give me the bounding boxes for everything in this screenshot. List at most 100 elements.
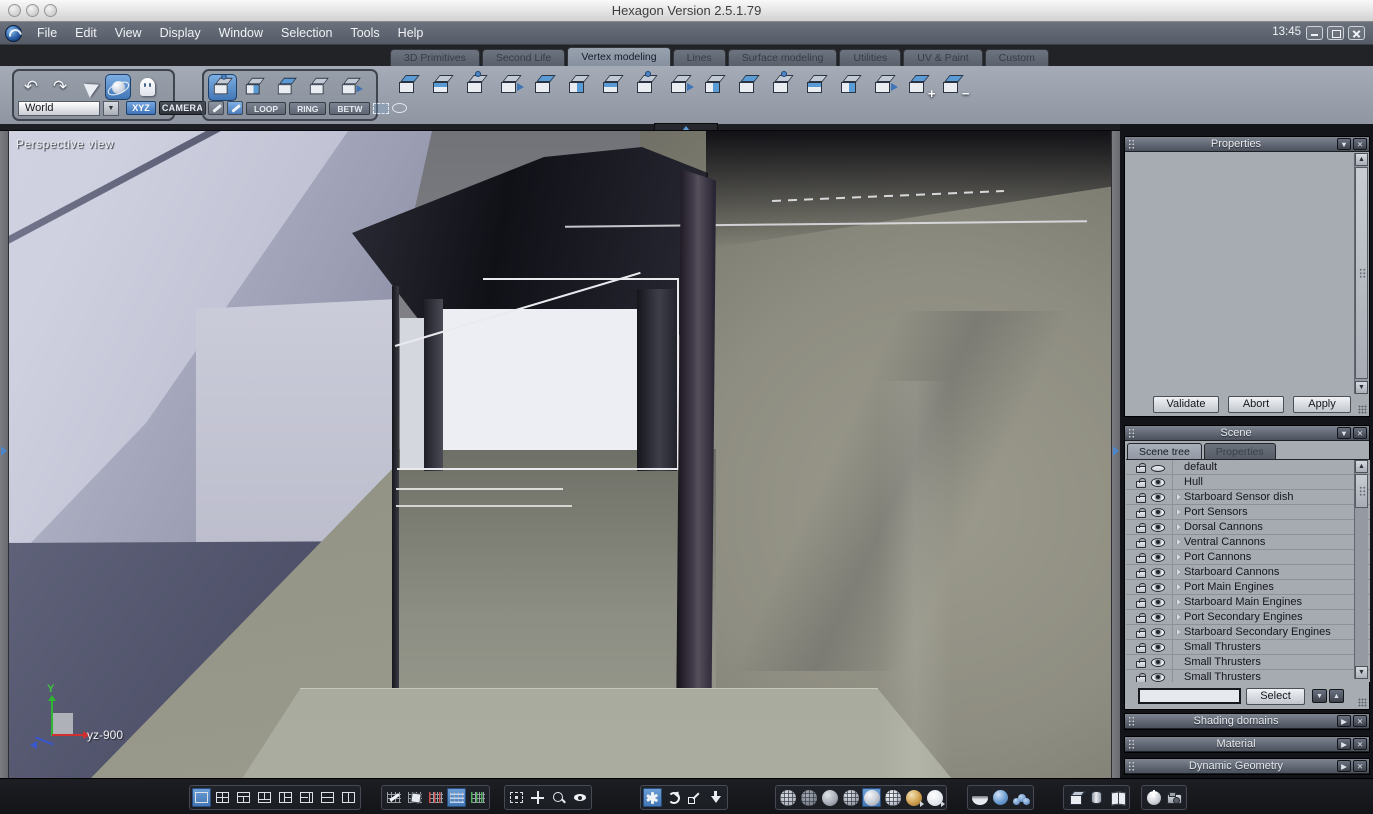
scene-tree-row[interactable]: Starboard Main Engines — [1126, 595, 1370, 610]
eye-icon[interactable] — [1151, 597, 1165, 607]
material-header[interactable]: Material ▶ ✕ — [1125, 737, 1369, 752]
expand-arrow-icon[interactable] — [1177, 494, 1181, 500]
scene-tree-row[interactable]: Starboard Cannons — [1126, 565, 1370, 580]
tab-custom[interactable]: Custom — [984, 49, 1049, 66]
menu-file[interactable]: File — [28, 22, 66, 45]
expand-arrow-icon[interactable] — [1177, 599, 1181, 605]
eye-icon[interactable] — [1151, 492, 1165, 502]
scale-manipulator-button[interactable] — [685, 788, 704, 807]
select-button[interactable]: Select — [1246, 688, 1305, 705]
rect-marquee-icon[interactable] — [373, 102, 390, 114]
scene-tree-row[interactable]: default — [1126, 460, 1370, 475]
panel-menu-button[interactable]: ▼ — [1337, 427, 1351, 439]
dynamic-geometry-header[interactable]: Dynamic Geometry ▶ ✕ — [1125, 759, 1369, 774]
scene-filter-input[interactable] — [1138, 688, 1241, 704]
panel-close-button[interactable]: ✕ — [1353, 715, 1367, 727]
eye-icon[interactable] — [1151, 522, 1165, 532]
paint-select-icon[interactable] — [208, 101, 224, 115]
scene-tree-row[interactable]: Small Thrusters — [1126, 640, 1370, 655]
ghost-shading-button[interactable] — [925, 788, 945, 807]
validate-button[interactable]: Validate — [1153, 396, 1219, 413]
smooth-wire-shading-button[interactable] — [883, 788, 902, 807]
drag-grip-icon[interactable] — [1128, 138, 1135, 150]
eye-icon[interactable] — [1151, 672, 1165, 682]
scene-tree-row[interactable]: Ventral Cannons — [1126, 535, 1370, 550]
lock-icon[interactable] — [1136, 462, 1146, 473]
lock-icon[interactable] — [1136, 507, 1146, 518]
expand-arrow-icon[interactable] — [1177, 509, 1181, 515]
smooth-shading-button[interactable] — [862, 788, 881, 807]
lock-icon[interactable] — [1136, 672, 1146, 682]
resize-grip-icon[interactable] — [1358, 698, 1367, 707]
panel-expand-button[interactable]: ▶ — [1337, 715, 1351, 727]
eye-icon[interactable] — [1151, 567, 1165, 577]
world-dropdown[interactable]: World — [18, 100, 100, 116]
expand-arrow-icon[interactable] — [1177, 524, 1181, 530]
layout-single-button[interactable] — [192, 788, 211, 807]
tessellate-tool-button[interactable] — [698, 70, 731, 100]
menu-display[interactable]: Display — [151, 22, 210, 45]
rotate-manipulator-button[interactable] — [664, 788, 683, 807]
eye-icon[interactable] — [1151, 477, 1165, 487]
twist-tool-button[interactable] — [868, 70, 901, 100]
ring-button[interactable]: RING — [289, 101, 327, 115]
drag-grip-icon[interactable] — [1128, 427, 1135, 439]
layout-left-column-button[interactable] — [276, 788, 295, 807]
lock-icon[interactable] — [1136, 642, 1146, 653]
drag-grip-icon[interactable] — [1128, 738, 1135, 750]
zoom-region-button[interactable] — [549, 788, 568, 807]
expand-arrow-icon[interactable] — [1177, 539, 1181, 545]
properties-panel-header[interactable]: Properties ▼ ✕ — [1125, 137, 1369, 152]
world-dropdown-arrow[interactable]: ▼ — [103, 100, 119, 116]
collapse-left-panel-handle[interactable] — [0, 131, 9, 778]
lock-icon[interactable] — [1136, 522, 1146, 533]
lock-icon[interactable] — [1136, 552, 1146, 563]
bridge-tool-button[interactable] — [664, 70, 697, 100]
properties-scrollbar[interactable]: ▲ ▼ — [1354, 153, 1368, 394]
abort-button[interactable]: Abort — [1228, 396, 1284, 413]
between-button[interactable]: BETW — [329, 101, 371, 115]
select-faces-button[interactable] — [272, 74, 301, 101]
stretch-tool-button[interactable] — [800, 70, 833, 100]
scene-tree-row[interactable]: Starboard Secondary Engines — [1126, 625, 1370, 640]
viewport-canvas[interactable]: Perspective view Y yz-900 — [0, 130, 1120, 778]
tab-utilities[interactable]: Utilities — [839, 49, 902, 66]
ellipse-marquee-icon[interactable] — [392, 103, 408, 113]
eye-icon[interactable] — [1151, 537, 1165, 547]
resize-grip-icon[interactable] — [1358, 405, 1367, 414]
scene-tree-row[interactable]: Port Main Engines — [1126, 580, 1370, 595]
expand-arrow-icon[interactable] — [1177, 554, 1181, 560]
scene-panel-header[interactable]: Scene ▼ ✕ — [1125, 426, 1369, 441]
move-down-button[interactable]: ▼ — [1312, 689, 1327, 703]
expand-arrow-icon[interactable] — [1177, 569, 1181, 575]
reference-pages-button[interactable] — [1108, 788, 1127, 807]
lock-icon[interactable] — [1136, 582, 1146, 593]
panel-menu-button[interactable]: ▼ — [1337, 138, 1351, 150]
high-smoothing-button[interactable] — [991, 788, 1010, 807]
tab-lines[interactable]: Lines — [672, 49, 726, 66]
grid-z-plane-button[interactable] — [468, 788, 487, 807]
lock-icon[interactable] — [1136, 627, 1146, 638]
ghost-selection-button[interactable] — [134, 74, 160, 100]
scene-tree-scrollbar[interactable]: ▲ ▼ — [1354, 460, 1368, 679]
grid-snap-object-button[interactable] — [405, 788, 424, 807]
maximize-button[interactable] — [1327, 26, 1344, 40]
snapshot-camera-button[interactable] — [1165, 788, 1184, 807]
panel-close-button[interactable]: ✕ — [1353, 760, 1367, 772]
symmetry-tool-button[interactable] — [766, 70, 799, 100]
select-object-button[interactable] — [304, 74, 333, 101]
close-button[interactable] — [1348, 26, 1365, 40]
eye-icon[interactable] — [1151, 657, 1165, 667]
menu-help[interactable]: Help — [389, 22, 433, 45]
lock-icon[interactable] — [1136, 477, 1146, 488]
eye-icon[interactable] — [1151, 552, 1165, 562]
scene-tree-row[interactable]: Port Cannons — [1126, 550, 1370, 565]
scene-tree-row[interactable]: Hull — [1126, 475, 1370, 490]
grid-edit-button[interactable] — [384, 788, 403, 807]
lock-icon[interactable] — [1136, 567, 1146, 578]
wireframe-shading-button[interactable] — [778, 788, 797, 807]
textured-shading-button[interactable] — [904, 788, 924, 807]
soft-select-icon[interactable] — [227, 101, 243, 115]
xyz-toggle-button[interactable]: XYZ — [126, 101, 156, 115]
menu-selection[interactable]: Selection — [272, 22, 341, 45]
